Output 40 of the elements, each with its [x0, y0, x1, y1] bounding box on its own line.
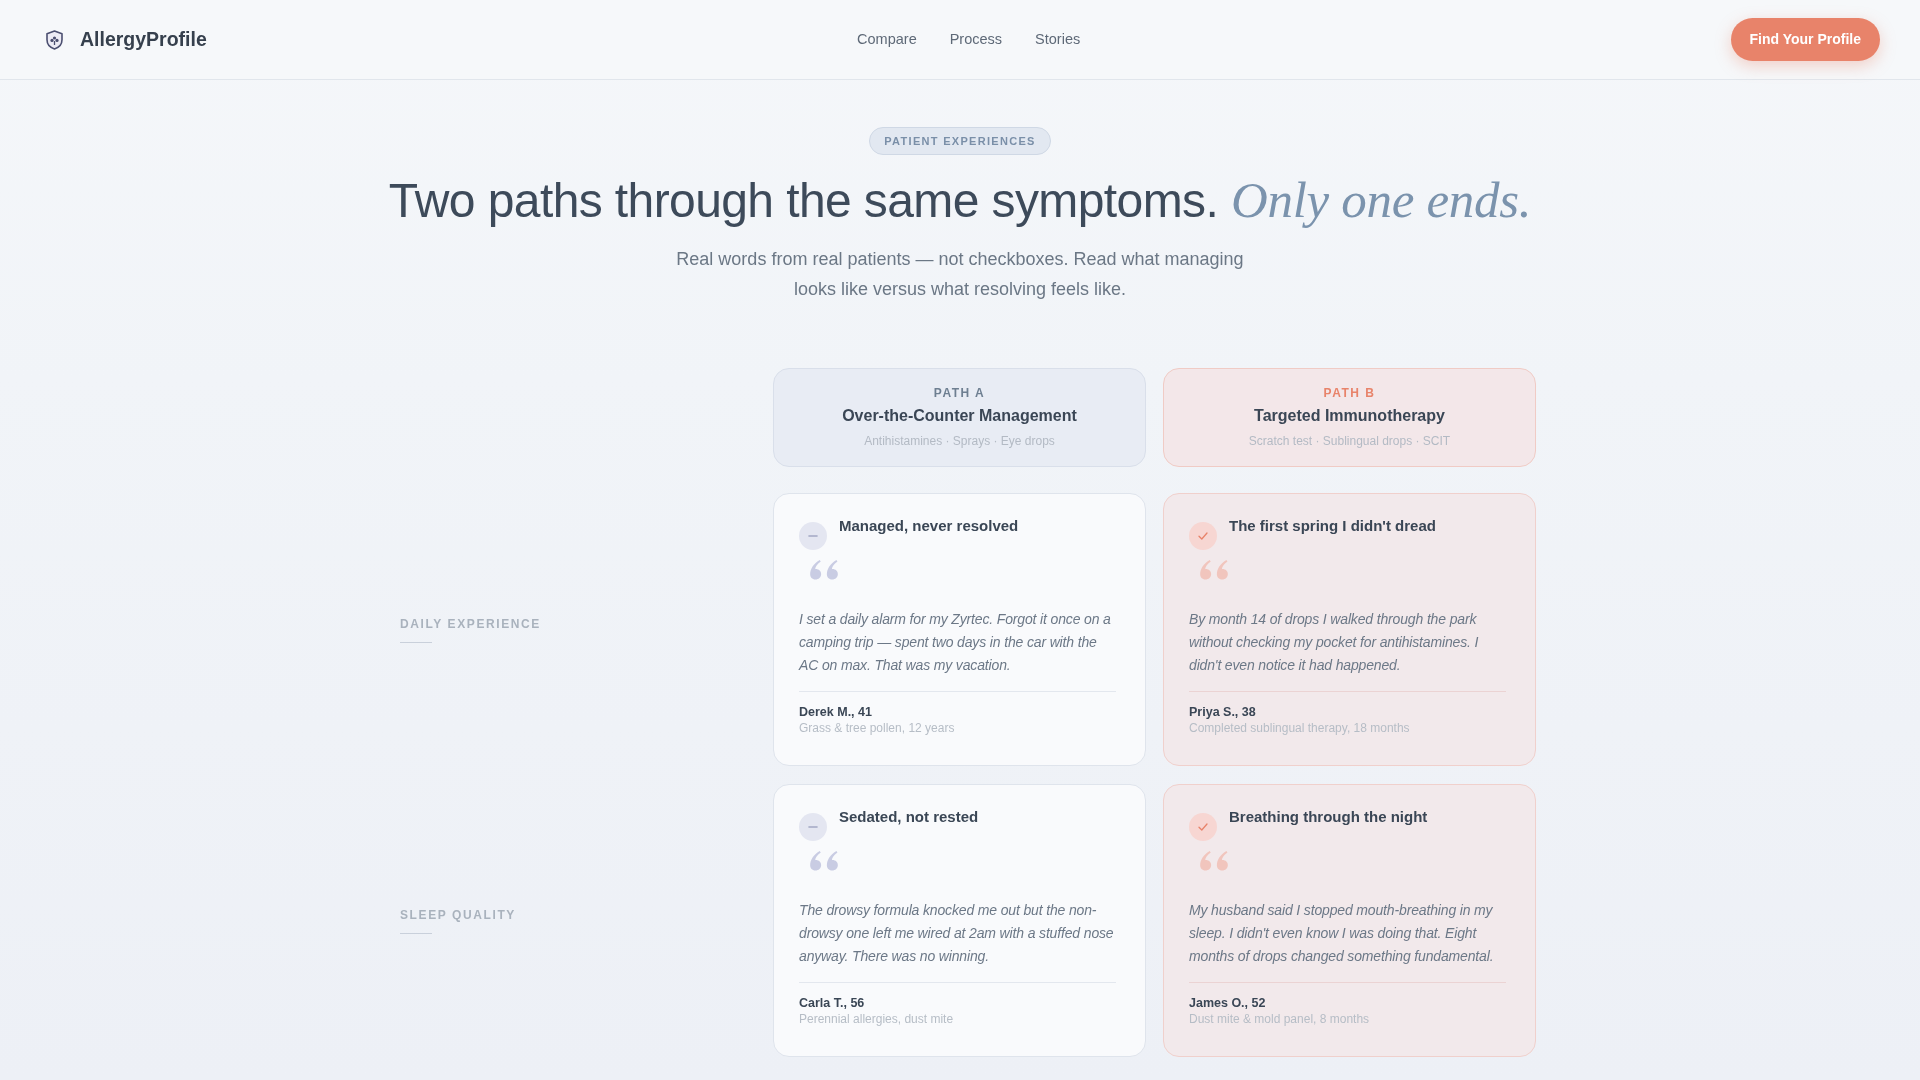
row-label: DAILY EXPERIENCE — [400, 616, 542, 632]
testimonial-quote: I set a daily alarm for my Zyrtec. Forgot it once on a camping trip — spent two days in the car with the AC on max. That was my vacation. — [799, 610, 1112, 675]
headline: Two paths through the same symptoms. Only one ends. — [388, 171, 1532, 230]
path-title: Over-the-Counter Management — [841, 406, 1078, 426]
section-badge: PATIENT EXPERIENCES — [869, 127, 1051, 155]
quote-mark-icon — [809, 850, 839, 871]
author-name: Carla T., 56 — [799, 995, 866, 1011]
quote-mark-icon — [1199, 559, 1229, 580]
author-name: Priya S., 38 — [1189, 704, 1257, 720]
nav-link[interactable]: Compare — [857, 28, 917, 51]
testimonial-quote: My husband said I stopped mouth-breathing in my sleep. I didn't even know I was doing that. Eight months of drops changed something fundamental. — [1189, 901, 1495, 966]
path-title: Targeted Immunotherapy — [1253, 406, 1446, 426]
author-detail: Perennial allergies, dust mite — [799, 1011, 955, 1027]
author-detail: Grass & tree pollen, 12 years — [799, 720, 956, 736]
testimonial-title: Managed, never resolved — [839, 516, 1019, 536]
path-label: PATH A — [932, 385, 987, 401]
minus-icon — [799, 522, 827, 550]
check-icon — [1189, 522, 1217, 550]
quote-mark-icon — [1199, 850, 1229, 871]
quote-mark-icon — [809, 559, 839, 580]
testimonial-title: Sedated, not rested — [839, 807, 979, 827]
author-name: Derek M., 41 — [799, 704, 873, 720]
brand-name: AllergyProfile — [80, 26, 207, 52]
intro-text: Real words from real patients — not checkboxes. Read what managing looks like versus what resolving feels like. — [675, 248, 1245, 301]
nav-link[interactable]: Process — [949, 28, 1003, 51]
shield-icon — [46, 29, 63, 50]
brand-logo[interactable]: AllergyProfile — [46, 24, 207, 55]
path-methods: Scratch test · Sublingual drops · SCIT — [1247, 433, 1452, 449]
author-name: James O., 52 — [1189, 995, 1267, 1011]
author-detail: Completed sublingual therapy, 18 months — [1189, 720, 1411, 736]
path-label: PATH B — [1322, 385, 1377, 401]
testimonial-quote: The drowsy formula knocked me out but the non-drowsy one left me wired at 2am with a stuffed nose anyway. There was no winning. — [799, 901, 1115, 966]
nav-link[interactable]: Stories — [1035, 28, 1081, 51]
testimonial-quote: By month 14 of drops I walked through the park without checking my pocket for antihistamines. I didn't even notice it had happened. — [1189, 610, 1480, 675]
check-icon — [1189, 813, 1217, 841]
author-detail: Dust mite & mold panel, 8 months — [1189, 1011, 1371, 1027]
testimonial-title: Breathing through the night — [1229, 807, 1428, 827]
testimonial-title: The first spring I didn't dread — [1229, 516, 1436, 536]
minus-icon — [799, 813, 827, 841]
row-label: SLEEP QUALITY — [400, 907, 517, 923]
